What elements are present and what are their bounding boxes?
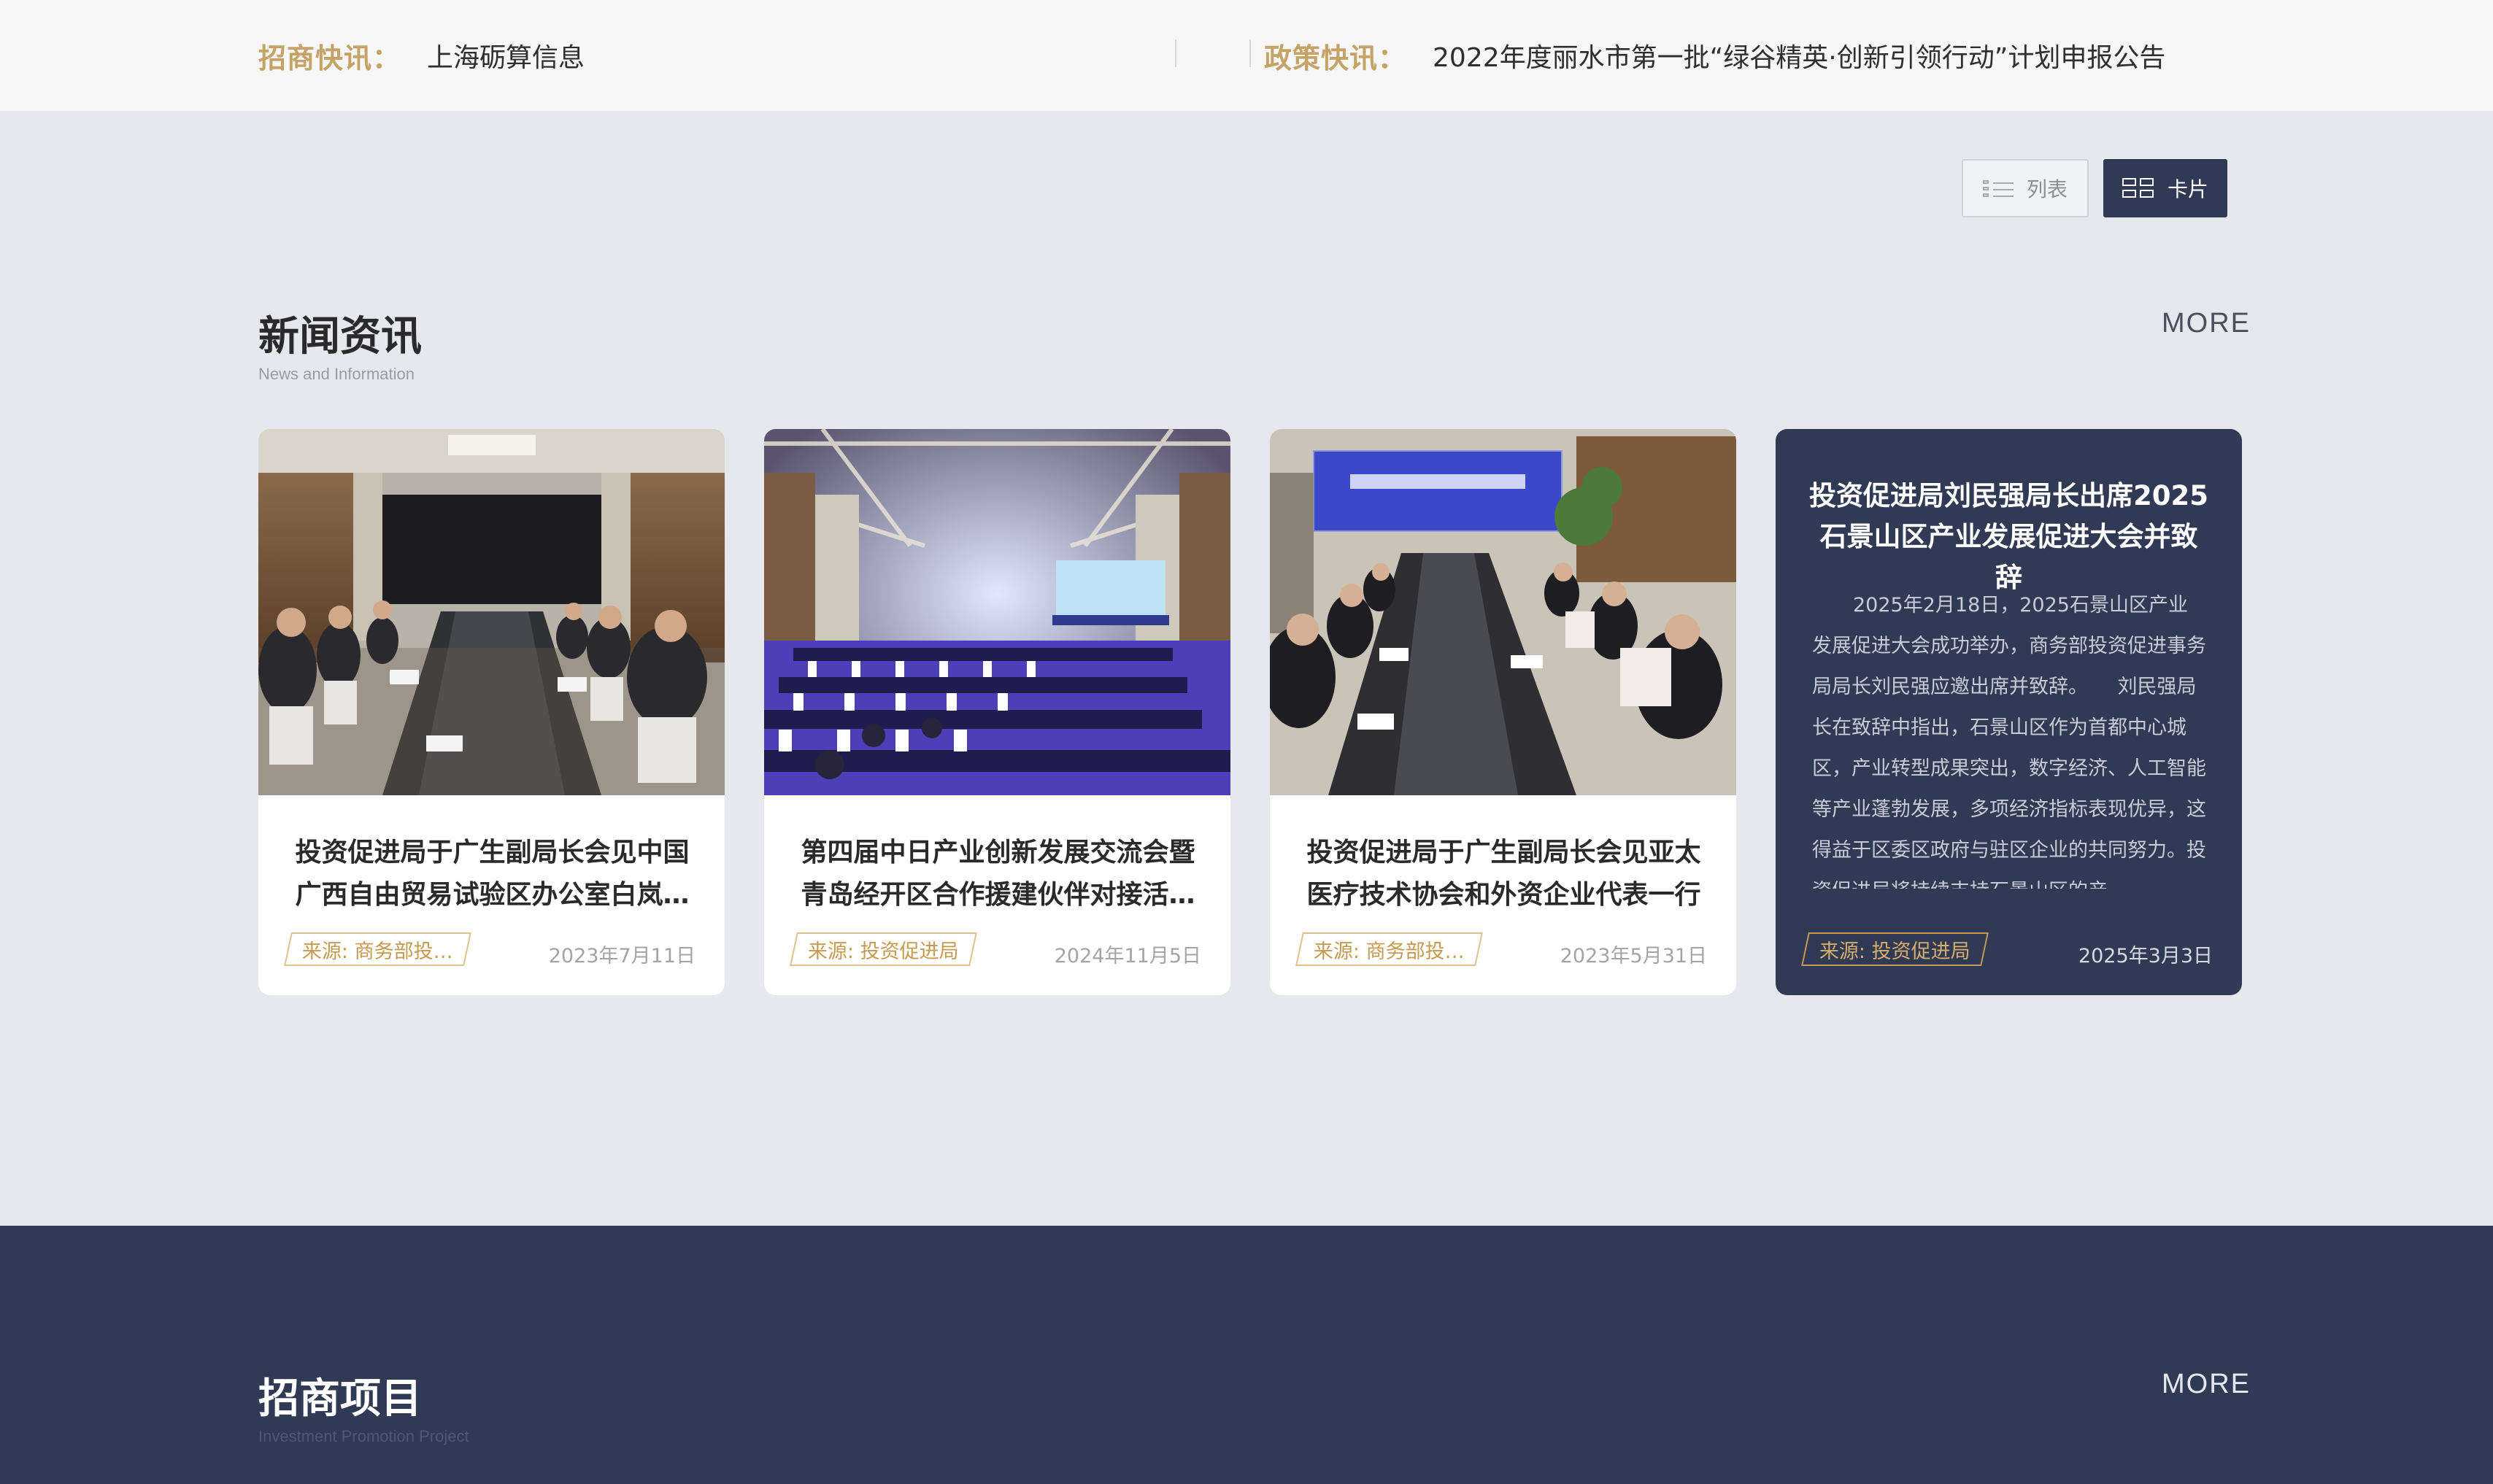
news-card-title[interactable]: 投资促进局于广生副局长会见亚太医疗技术协会和外资企业代表一行 [1305, 832, 1703, 916]
ticker-divider [1175, 39, 1176, 67]
news-date: 2023年5月31日 [1560, 945, 1707, 967]
ticker-divider [1249, 39, 1251, 67]
featured-news-summary: 2025年2月18日，2025石景山区产业发展促进大会成功举办，商务部投资促进事… [1812, 594, 2206, 889]
featured-news-card[interactable]: 投资促进局刘民强局长出席2025石景山区产业发展促进大会并致辞 2025年2月1… [1776, 429, 2242, 995]
source-tag-text: 来源: 投资促进局 [808, 940, 959, 963]
news-date: 2023年7月11日 [548, 945, 696, 967]
news-card[interactable]: 投资促进局于广生副局长会见亚太医疗技术协会和外资企业代表一行 来源: 商务部投…… [1270, 429, 1736, 995]
source-tag: 来源: 商务部投… [284, 932, 471, 966]
card-grid-icon [2122, 178, 2154, 198]
source-tag-text: 来源: 投资促进局 [1819, 940, 1970, 963]
source-tag: 来源: 投资促进局 [1801, 932, 1989, 966]
policy-ticker-label: 政策快讯： [1264, 42, 1407, 74]
source-tag-text: 来源: 商务部投… [1314, 940, 1465, 963]
conference-hall-photo [764, 429, 1230, 795]
source-tag: 来源: 投资促进局 [790, 932, 977, 966]
projects-section-title: 招商项目 [258, 1375, 422, 1423]
projects-section: 招商项目 Investment Promotion Project MORE [0, 1226, 2493, 1484]
meeting-room-photo [258, 429, 725, 795]
news-card[interactable]: 第四届中日产业创新发展交流会暨青岛经开区合作援建伙伴对接活… 来源: 投资促进局… [764, 429, 1230, 995]
featured-news-title[interactable]: 投资促进局刘民强局长出席2025石景山区产业发展促进大会并致辞 [1809, 476, 2208, 598]
projects-section-subtitle: Investment Promotion Project [258, 1427, 469, 1445]
list-view-button[interactable]: 列表 [1962, 159, 2089, 217]
investment-ticker-text[interactable]: 上海砺算信息 [427, 36, 585, 74]
news-ticker-bar: 招商快讯： 上海砺算信息 政策快讯： 2022年度丽水市第一批“绿谷精英·创新引… [0, 0, 2493, 111]
news-date: 2025年3月3日 [2078, 945, 2213, 967]
list-view-label: 列表 [2026, 177, 2068, 201]
news-date: 2024年11月5日 [1054, 945, 1201, 967]
policy-ticker[interactable]: 政策快讯： 2022年度丽水市第一批“绿谷精英·创新引领行动”计划申报公告 [1264, 0, 2165, 111]
news-section-subtitle: News and Information [258, 365, 415, 383]
source-tag: 来源: 商务部投… [1295, 932, 1483, 966]
card-view-button[interactable]: 卡片 [2103, 159, 2227, 217]
news-more-link[interactable]: MORE [2162, 308, 2251, 339]
investment-ticker[interactable]: 招商快讯： 上海砺算信息 [258, 0, 585, 111]
news-card-title[interactable]: 第四届中日产业创新发展交流会暨青岛经开区合作援建伙伴对接活… [799, 832, 1197, 916]
list-icon [1982, 179, 2014, 198]
news-card-title[interactable]: 投资促进局于广生副局长会见中国广西自由贸易试验区办公室白岚… [293, 832, 691, 916]
source-tag-text: 来源: 商务部投… [302, 940, 453, 963]
investment-ticker-label: 招商快讯： [258, 42, 401, 74]
news-card[interactable]: 投资促进局于广生副局长会见中国广西自由贸易试验区办公室白岚… 来源: 商务部投…… [258, 429, 725, 995]
policy-ticker-text[interactable]: 2022年度丽水市第一批“绿谷精英·创新引领行动”计划申报公告 [1433, 36, 2165, 74]
news-section-title: 新闻资讯 [258, 313, 422, 360]
card-view-label: 卡片 [2167, 177, 2208, 201]
meeting-table-photo [1270, 429, 1736, 795]
projects-more-link[interactable]: MORE [2162, 1369, 2251, 1400]
